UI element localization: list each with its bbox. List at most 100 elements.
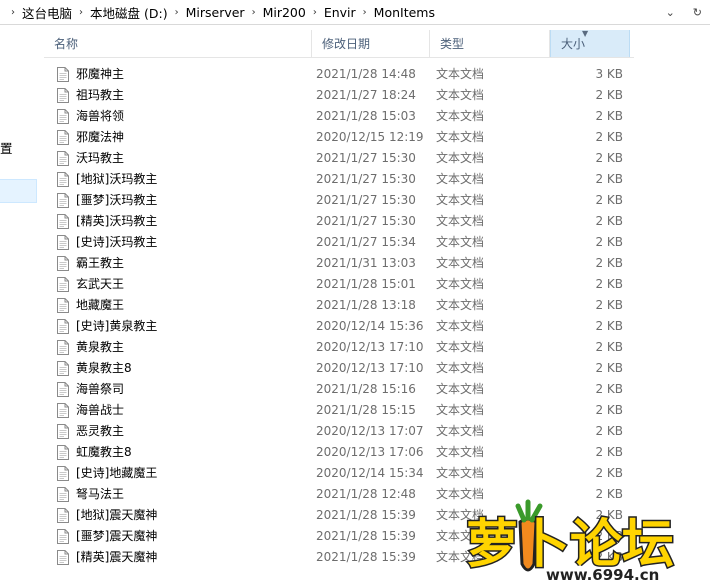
- text-document-icon: [57, 424, 69, 439]
- file-name: [史诗]沃玛教主: [76, 235, 158, 249]
- file-type: 文本文档: [436, 109, 485, 123]
- file-name: 沃玛教主: [76, 151, 125, 165]
- column-header-size[interactable]: 大小: [550, 30, 630, 57]
- file-name: [噩梦]沃玛教主: [76, 193, 158, 207]
- file-row[interactable]: [史诗]沃玛教主 2021/1/27 15:34 文本文档 2 KB: [44, 232, 634, 253]
- file-row[interactable]: 海兽战士 2021/1/28 15:15 文本文档 2 KB: [44, 400, 634, 421]
- refresh-icon[interactable]: ↻: [693, 6, 702, 19]
- text-document-icon: [57, 298, 69, 313]
- column-header: 名称 修改日期 类型 大小 ▼: [44, 29, 634, 58]
- file-type: 文本文档: [436, 319, 485, 333]
- breadcrumb-monitems[interactable]: MonItems: [372, 5, 437, 20]
- file-size: 2 KB: [595, 256, 623, 270]
- breadcrumb-drive-d[interactable]: 本地磁盘 (D:): [88, 3, 170, 22]
- file-size: 2 KB: [595, 319, 623, 333]
- file-type: 文本文档: [436, 382, 485, 396]
- text-document-icon: [57, 235, 69, 250]
- file-type: 文本文档: [436, 130, 485, 144]
- text-document-icon: [57, 529, 69, 544]
- file-row[interactable]: 邪魔法神 2020/12/15 12:19 文本文档 2 KB: [44, 127, 634, 148]
- file-row[interactable]: 沃玛教主 2021/1/27 15:30 文本文档 2 KB: [44, 148, 634, 169]
- file-modified-date: 2020/12/14 15:36: [316, 319, 424, 333]
- text-document-icon: [57, 277, 69, 292]
- file-row[interactable]: 邪魔神主 2021/1/28 14:48 文本文档 3 KB: [44, 64, 634, 85]
- text-document-icon: [57, 109, 69, 124]
- file-row[interactable]: 霸王教主 2021/1/31 13:03 文本文档 2 KB: [44, 253, 634, 274]
- breadcrumb-mir200[interactable]: Mir200: [261, 5, 308, 20]
- breadcrumb-mirserver[interactable]: Mirserver: [184, 5, 247, 20]
- file-modified-date: 2020/12/13 17:06: [316, 445, 424, 459]
- file-type: 文本文档: [436, 361, 485, 375]
- text-document-icon: [57, 214, 69, 229]
- file-row[interactable]: 黄泉教主 2020/12/13 17:10 文本文档 2 KB: [44, 337, 634, 358]
- column-header-date[interactable]: 修改日期: [312, 30, 430, 57]
- file-name: [地狱]沃玛教主: [76, 172, 158, 186]
- file-name: [史诗]黄泉教主: [76, 319, 158, 333]
- file-modified-date: 2021/1/27 15:30: [316, 172, 416, 186]
- file-type: 文本文档: [436, 214, 485, 228]
- watermark-logo: 萝卜论坛 www.6994.cn: [465, 499, 676, 583]
- text-document-icon: [57, 151, 69, 166]
- file-modified-date: 2021/1/28 13:18: [316, 298, 416, 312]
- file-modified-date: 2021/1/28 15:03: [316, 109, 416, 123]
- file-modified-date: 2021/1/28 15:39: [316, 550, 416, 564]
- file-name: 海兽祭司: [76, 382, 125, 396]
- file-name: 弩马法王: [76, 487, 125, 501]
- file-size: 2 KB: [595, 361, 623, 375]
- nav-item-partial-label[interactable]: 置: [0, 138, 13, 157]
- file-modified-date: 2021/1/28 15:15: [316, 403, 416, 417]
- breadcrumb-chevron-icon[interactable]: ›: [247, 7, 261, 18]
- file-type: 文本文档: [436, 277, 485, 291]
- file-row[interactable]: 地藏魔王 2021/1/28 13:18 文本文档 2 KB: [44, 295, 634, 316]
- file-size: 2 KB: [595, 214, 623, 228]
- breadcrumb-chevron-icon[interactable]: ›: [74, 7, 88, 18]
- file-row[interactable]: 虹魔教主8 2020/12/13 17:06 文本文档 2 KB: [44, 442, 634, 463]
- file-name: 黄泉教主: [76, 340, 125, 354]
- file-row[interactable]: 海兽将领 2021/1/28 15:03 文本文档 2 KB: [44, 106, 634, 127]
- text-document-icon: [57, 193, 69, 208]
- breadcrumb-this-pc[interactable]: 这台电脑: [20, 3, 74, 22]
- file-row[interactable]: [噩梦]沃玛教主 2021/1/27 15:30 文本文档 2 KB: [44, 190, 634, 211]
- file-row[interactable]: 海兽祭司 2021/1/28 15:16 文本文档 2 KB: [44, 379, 634, 400]
- file-name: [精英]震天魔神: [76, 550, 158, 564]
- column-header-type[interactable]: 类型: [430, 30, 550, 57]
- file-size: 2 KB: [595, 298, 623, 312]
- file-name: 邪魔神主: [76, 67, 125, 81]
- file-modified-date: 2021/1/27 15:30: [316, 193, 416, 207]
- file-name: 海兽将领: [76, 109, 125, 123]
- file-size: 2 KB: [595, 403, 623, 417]
- file-modified-date: 2020/12/15 12:19: [316, 130, 424, 144]
- address-bar[interactable]: › 这台电脑 › 本地磁盘 (D:) › Mirserver › Mir200 …: [0, 0, 710, 25]
- file-row[interactable]: 恶灵教主 2020/12/13 17:07 文本文档 2 KB: [44, 421, 634, 442]
- file-name: [噩梦]震天魔神: [76, 529, 158, 543]
- breadcrumb-chevron-icon[interactable]: ›: [170, 7, 184, 18]
- file-modified-date: 2021/1/31 13:03: [316, 256, 416, 270]
- file-type: 文本文档: [436, 403, 485, 417]
- file-size: 2 KB: [595, 424, 623, 438]
- text-document-icon: [57, 403, 69, 418]
- file-size: 2 KB: [595, 235, 623, 249]
- breadcrumb-chevron-icon[interactable]: ›: [358, 7, 372, 18]
- text-document-icon: [57, 172, 69, 187]
- column-header-name[interactable]: 名称: [44, 30, 312, 57]
- file-row[interactable]: [史诗]黄泉教主 2020/12/14 15:36 文本文档 2 KB: [44, 316, 634, 337]
- file-size: 2 KB: [595, 172, 623, 186]
- file-modified-date: 2021/1/27 15:30: [316, 151, 416, 165]
- file-type: 文本文档: [436, 88, 485, 102]
- nav-selected-item[interactable]: [0, 179, 37, 203]
- file-name: [精英]沃玛教主: [76, 214, 158, 228]
- file-modified-date: 2021/1/27 18:24: [316, 88, 416, 102]
- file-row[interactable]: [精英]沃玛教主 2021/1/27 15:30 文本文档 2 KB: [44, 211, 634, 232]
- breadcrumb-chevron-icon[interactable]: ›: [6, 7, 20, 18]
- file-row[interactable]: [地狱]沃玛教主 2021/1/27 15:30 文本文档 2 KB: [44, 169, 634, 190]
- file-row[interactable]: 祖玛教主 2021/1/27 18:24 文本文档 2 KB: [44, 85, 634, 106]
- breadcrumb-chevron-icon[interactable]: ›: [308, 7, 322, 18]
- file-row[interactable]: 玄武天王 2021/1/28 15:01 文本文档 2 KB: [44, 274, 634, 295]
- file-size: 2 KB: [595, 130, 623, 144]
- file-row[interactable]: 黄泉教主8 2020/12/13 17:10 文本文档 2 KB: [44, 358, 634, 379]
- history-dropdown-icon[interactable]: ⌄: [666, 6, 675, 19]
- file-name: 玄武天王: [76, 277, 125, 291]
- file-type: 文本文档: [436, 256, 485, 270]
- file-size: 3 KB: [595, 67, 623, 81]
- breadcrumb-envir[interactable]: Envir: [322, 5, 358, 20]
